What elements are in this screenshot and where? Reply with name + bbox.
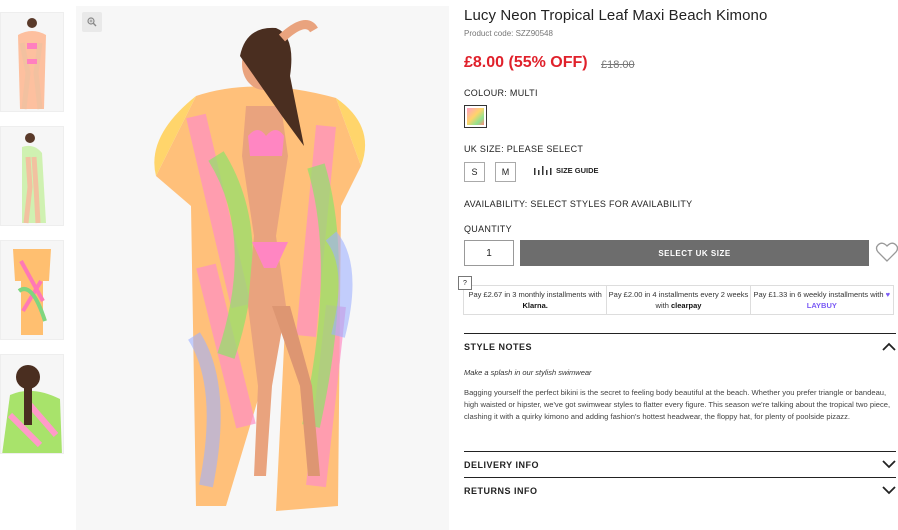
delivery-info-accordion[interactable]: DELIVERY INFO bbox=[464, 451, 896, 477]
chevron-down-icon bbox=[882, 460, 896, 469]
colour-label-key: COLOUR: bbox=[464, 88, 508, 98]
thumbnail-gallery bbox=[0, 12, 64, 468]
chevron-down-icon bbox=[882, 486, 896, 495]
returns-info-header[interactable]: RETURNS INFO bbox=[464, 478, 896, 503]
size-label-value: PLEASE SELECT bbox=[506, 144, 584, 154]
style-notes-title: STYLE NOTES bbox=[464, 341, 533, 352]
klarna-option[interactable]: Pay £2.67 in 3 monthly installments with… bbox=[463, 285, 608, 315]
payment-help-icon[interactable]: ? bbox=[458, 276, 472, 290]
style-notes-accordion[interactable]: STYLE NOTES bbox=[464, 333, 896, 359]
model-side-image bbox=[22, 133, 46, 224]
colour-swatch-multi[interactable] bbox=[464, 105, 487, 128]
thumbnail-3[interactable] bbox=[0, 240, 64, 340]
laybuy-heart-icon: ♥ bbox=[885, 290, 891, 299]
model-illustration bbox=[154, 20, 366, 511]
thumbnail-1[interactable] bbox=[0, 12, 64, 112]
thumbnail-4[interactable] bbox=[0, 354, 64, 454]
thumbnail-2[interactable] bbox=[0, 126, 64, 226]
chevron-up-icon bbox=[882, 342, 896, 351]
returns-info-accordion[interactable]: RETURNS INFO bbox=[464, 477, 896, 503]
availability-key: AVAILABILITY: bbox=[464, 199, 528, 209]
laybuy-text: Pay £1.33 in 6 weekly installments with bbox=[753, 290, 884, 299]
quantity-input[interactable]: 1 bbox=[464, 240, 514, 266]
style-notes-intro: Make a splash in our stylish swimwear bbox=[464, 368, 592, 377]
size-guide-label: SIZE GUIDE bbox=[556, 166, 599, 175]
heart-icon[interactable] bbox=[875, 241, 898, 263]
style-notes-body: Bagging yourself the perfect bikini is t… bbox=[464, 388, 891, 421]
size-label: UK SIZE: PLEASE SELECT bbox=[464, 144, 583, 154]
size-option-m[interactable]: M bbox=[495, 162, 516, 182]
size-guide-link[interactable]: SIZE GUIDE bbox=[534, 166, 599, 175]
size-option-s[interactable]: S bbox=[464, 162, 485, 182]
returns-info-title: RETURNS INFO bbox=[464, 485, 538, 496]
product-code: Product code: SZZ90548 bbox=[464, 29, 553, 38]
size-label-key: UK SIZE: bbox=[464, 144, 504, 154]
model-front-image bbox=[18, 18, 46, 110]
product-title: Lucy Neon Tropical Leaf Maxi Beach Kimon… bbox=[464, 7, 768, 24]
main-product-image[interactable] bbox=[76, 6, 449, 530]
quantity-label: QUANTITY bbox=[464, 224, 512, 234]
colour-label: COLOUR: MULTI bbox=[464, 88, 538, 98]
klarna-logo: Klarna. bbox=[522, 301, 548, 310]
availability-value: SELECT STYLES FOR AVAILABILITY bbox=[530, 199, 693, 209]
ruler-icon bbox=[534, 166, 552, 175]
zoom-icon[interactable] bbox=[82, 12, 102, 32]
laybuy-logo: LAYBUY bbox=[806, 301, 837, 310]
style-notes-header[interactable]: STYLE NOTES bbox=[464, 334, 896, 359]
original-price: £18.00 bbox=[601, 59, 635, 71]
availability: AVAILABILITY: SELECT STYLES FOR AVAILABI… bbox=[464, 199, 692, 209]
colour-label-value: MULTI bbox=[509, 88, 538, 98]
model-back-image bbox=[2, 365, 62, 453]
sale-price: £8.00 (55% OFF) bbox=[464, 54, 588, 71]
add-to-bag-button[interactable]: SELECT UK SIZE bbox=[520, 240, 869, 266]
kimono-flat-image bbox=[13, 249, 51, 335]
klarna-text: Pay £2.67 in 3 monthly installments with bbox=[468, 290, 602, 299]
laybuy-option[interactable]: Pay £1.33 in 6 weekly installments with … bbox=[749, 285, 894, 315]
delivery-info-title: DELIVERY INFO bbox=[464, 459, 540, 470]
payment-options: ? Pay £2.67 in 3 monthly installments wi… bbox=[458, 276, 894, 315]
clearpay-option[interactable]: Pay £2.00 in 4 installments every 2 week… bbox=[606, 285, 751, 315]
clearpay-logo: clearpay bbox=[670, 301, 702, 310]
swatch-fill bbox=[467, 108, 484, 125]
delivery-info-header[interactable]: DELIVERY INFO bbox=[464, 452, 896, 477]
